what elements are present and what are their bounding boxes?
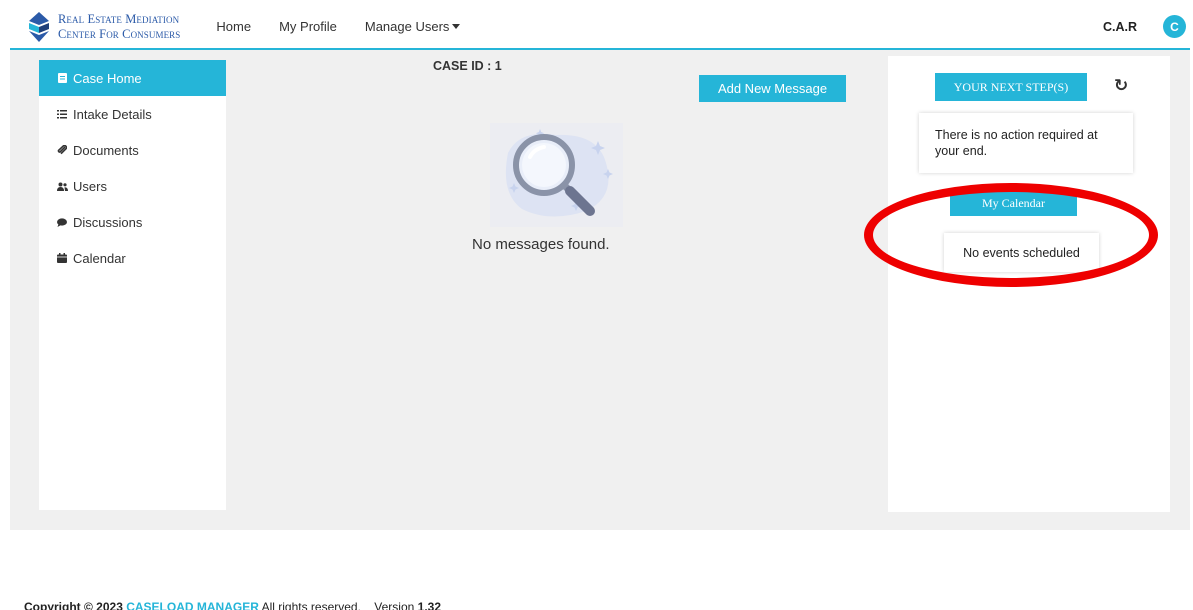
- next-steps-panel: YOUR NEXT STEP(S) ↻ There is no action r…: [888, 56, 1170, 512]
- no-messages-text: No messages found.: [472, 236, 610, 253]
- nav-home-link[interactable]: Home: [216, 19, 251, 34]
- avatar[interactable]: C: [1163, 15, 1186, 38]
- top-navbar: Real Estate Mediation Center For Consume…: [10, 5, 1190, 50]
- add-new-message-button[interactable]: Add New Message: [699, 75, 846, 102]
- sidebar-item-documents[interactable]: Documents: [39, 132, 226, 168]
- main-nav: Home My Profile Manage Users: [216, 19, 488, 34]
- nav-manage-users-dropdown[interactable]: Manage Users: [365, 19, 461, 34]
- sidebar-item-calendar[interactable]: Calendar: [39, 240, 226, 276]
- logo[interactable]: Real Estate Mediation Center For Consume…: [28, 11, 180, 43]
- sidebar-item-label: Case Home: [73, 70, 142, 86]
- sidebar: Case Home Intake Details Documents Users…: [39, 60, 226, 510]
- caret-down-icon: [452, 24, 461, 29]
- sidebar-item-label: Intake Details: [73, 106, 152, 122]
- user-name[interactable]: C.A.R: [1103, 20, 1137, 34]
- case-id-heading: CASE ID : 1: [433, 59, 502, 73]
- rights-text: All rights reserved.: [261, 600, 361, 610]
- no-events-card: No events scheduled: [944, 233, 1099, 272]
- sidebar-item-label: Calendar: [73, 250, 126, 266]
- manage-users-label: Manage Users: [364, 19, 450, 34]
- sidebar-item-case-home[interactable]: Case Home: [39, 60, 226, 96]
- logo-line-2: Center For Consumers: [58, 26, 181, 41]
- logo-text: Real Estate Mediation Center For Consume…: [58, 12, 180, 42]
- refresh-icon[interactable]: ↻: [1114, 76, 1128, 96]
- sidebar-item-discussions[interactable]: Discussions: [39, 204, 226, 240]
- paperclip-icon: [55, 145, 69, 155]
- copyright-text: Copyright © 2023: [24, 600, 123, 610]
- magnifier-empty-icon: [490, 123, 623, 227]
- caseload-manager-link[interactable]: CASELOAD MANAGER: [126, 600, 259, 610]
- logo-line-1: Real Estate Mediation: [58, 11, 180, 26]
- logo-icon: [29, 11, 49, 42]
- my-calendar-button[interactable]: My Calendar: [950, 191, 1077, 216]
- no-action-card: There is no action required at your end.: [919, 113, 1133, 173]
- file-icon: [55, 73, 69, 83]
- users-icon: [55, 182, 69, 191]
- calendar-icon: [55, 253, 69, 263]
- your-next-steps-header: YOUR NEXT STEP(S): [935, 73, 1087, 101]
- version-number: 1.32: [417, 600, 442, 610]
- sidebar-item-label: Users: [73, 178, 107, 194]
- comment-icon: [55, 217, 69, 227]
- user-area: C.A.R C: [1103, 15, 1186, 38]
- main-content: Case Home Intake Details Documents Users…: [10, 50, 1190, 530]
- sidebar-item-label: Discussions: [73, 214, 143, 230]
- nav-my-profile-link[interactable]: My Profile: [279, 19, 337, 34]
- list-icon: [55, 109, 69, 119]
- sidebar-item-users[interactable]: Users: [39, 168, 226, 204]
- version-label: Version: [374, 600, 415, 610]
- sidebar-item-intake-details[interactable]: Intake Details: [39, 96, 226, 132]
- sidebar-item-label: Documents: [73, 142, 139, 158]
- footer: Copyright © 2023 CASELOAD MANAGER All ri…: [24, 600, 441, 610]
